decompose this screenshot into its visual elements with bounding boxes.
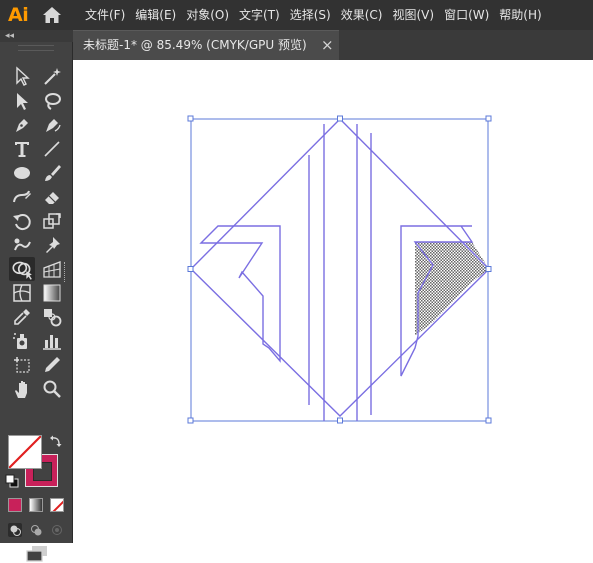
- document-tab-label: 未标题-1* @ 85.49% (CMYK/GPU 预览): [83, 38, 307, 52]
- panel-grip[interactable]: [18, 45, 54, 51]
- none-slash-icon: [52, 500, 63, 511]
- magic-wand-tool-icon[interactable]: [41, 65, 63, 87]
- direct-selection-tool-icon[interactable]: [11, 65, 33, 87]
- artboard-tool-icon[interactable]: [11, 354, 33, 376]
- lasso-tool-icon[interactable]: [41, 90, 63, 112]
- document-tab-bar: 未标题-1* @ 85.49% (CMYK/GPU 预览) ×: [73, 30, 593, 60]
- pen-tool-icon[interactable]: [11, 114, 33, 136]
- home-icon[interactable]: [42, 6, 62, 24]
- artwork: [187, 115, 492, 424]
- screen-mode-icon[interactable]: [25, 545, 49, 563]
- type-tool-icon[interactable]: [11, 138, 33, 160]
- document-tab[interactable]: 未标题-1* @ 85.49% (CMYK/GPU 预览) ×: [73, 30, 339, 60]
- draw-behind-icon[interactable]: [29, 522, 43, 536]
- shaper-tool-icon[interactable]: [11, 186, 33, 208]
- color-mode-button[interactable]: [8, 498, 22, 512]
- selection-tool-icon[interactable]: [11, 90, 33, 112]
- fill-color-swatch[interactable]: [8, 435, 42, 469]
- artboard-canvas[interactable]: [73, 60, 593, 543]
- panel-resize-handle[interactable]: [64, 262, 68, 282]
- menu-type[interactable]: 文字(T): [234, 0, 285, 30]
- menu-effect[interactable]: 效果(C): [336, 0, 388, 30]
- symbol-sprayer-tool-icon[interactable]: [11, 330, 33, 352]
- puppet-warp-tool-icon[interactable]: [11, 234, 33, 256]
- column-graph-tool-icon[interactable]: [41, 330, 63, 352]
- ellipse-tool-icon[interactable]: [11, 162, 33, 184]
- mesh-tool-icon[interactable]: [11, 282, 33, 304]
- shape-builder-tool-icon[interactable]: [9, 257, 35, 281]
- tools-panel: ◂◂: [0, 30, 73, 562]
- pin-tool-icon[interactable]: [41, 234, 63, 256]
- hand-tool-icon[interactable]: [11, 378, 33, 400]
- scale-tool-icon[interactable]: [41, 210, 63, 232]
- menu-view[interactable]: 视图(V): [387, 0, 439, 30]
- menu-object[interactable]: 对象(O): [181, 0, 234, 30]
- none-mode-button[interactable]: [50, 498, 64, 512]
- app-logo[interactable]: Ai: [8, 2, 29, 28]
- eyedropper-tool-icon[interactable]: [11, 306, 33, 328]
- close-tab-icon[interactable]: ×: [321, 31, 334, 61]
- line-segment-tool-icon[interactable]: [41, 138, 63, 160]
- blend-tool-icon[interactable]: [41, 306, 63, 328]
- menu-help[interactable]: 帮助(H): [494, 0, 546, 30]
- gradient-mode-button[interactable]: [29, 498, 43, 512]
- slice-tool-icon[interactable]: [41, 354, 63, 376]
- paintbrush-tool-icon[interactable]: [41, 162, 63, 184]
- draw-inside-icon[interactable]: [50, 522, 64, 536]
- zoom-tool-icon[interactable]: [41, 378, 63, 400]
- draw-normal-icon[interactable]: [8, 522, 22, 537]
- menu-file[interactable]: 文件(F): [80, 0, 130, 30]
- perspective-grid-tool-icon[interactable]: [41, 258, 63, 280]
- default-fill-stroke-icon[interactable]: [5, 474, 19, 488]
- menu-items: 文件(F) 编辑(E) 对象(O) 文字(T) 选择(S) 效果(C) 视图(V…: [80, 0, 547, 30]
- rotate-tool-icon[interactable]: [11, 210, 33, 232]
- eraser-tool-icon[interactable]: [41, 186, 63, 208]
- menu-window[interactable]: 窗口(W): [439, 0, 494, 30]
- swap-fill-stroke-icon[interactable]: [49, 434, 63, 448]
- menu-select[interactable]: 选择(S): [285, 0, 336, 30]
- menu-bar: Ai 文件(F) 编辑(E) 对象(O) 文字(T) 选择(S) 效果(C) 视…: [0, 0, 593, 30]
- curvature-tool-icon[interactable]: [41, 114, 63, 136]
- gradient-tool-icon[interactable]: [41, 282, 63, 304]
- collapse-panel-icon[interactable]: ◂◂: [0, 30, 73, 42]
- menu-edit[interactable]: 编辑(E): [130, 0, 181, 30]
- none-slash-icon: [9, 436, 41, 468]
